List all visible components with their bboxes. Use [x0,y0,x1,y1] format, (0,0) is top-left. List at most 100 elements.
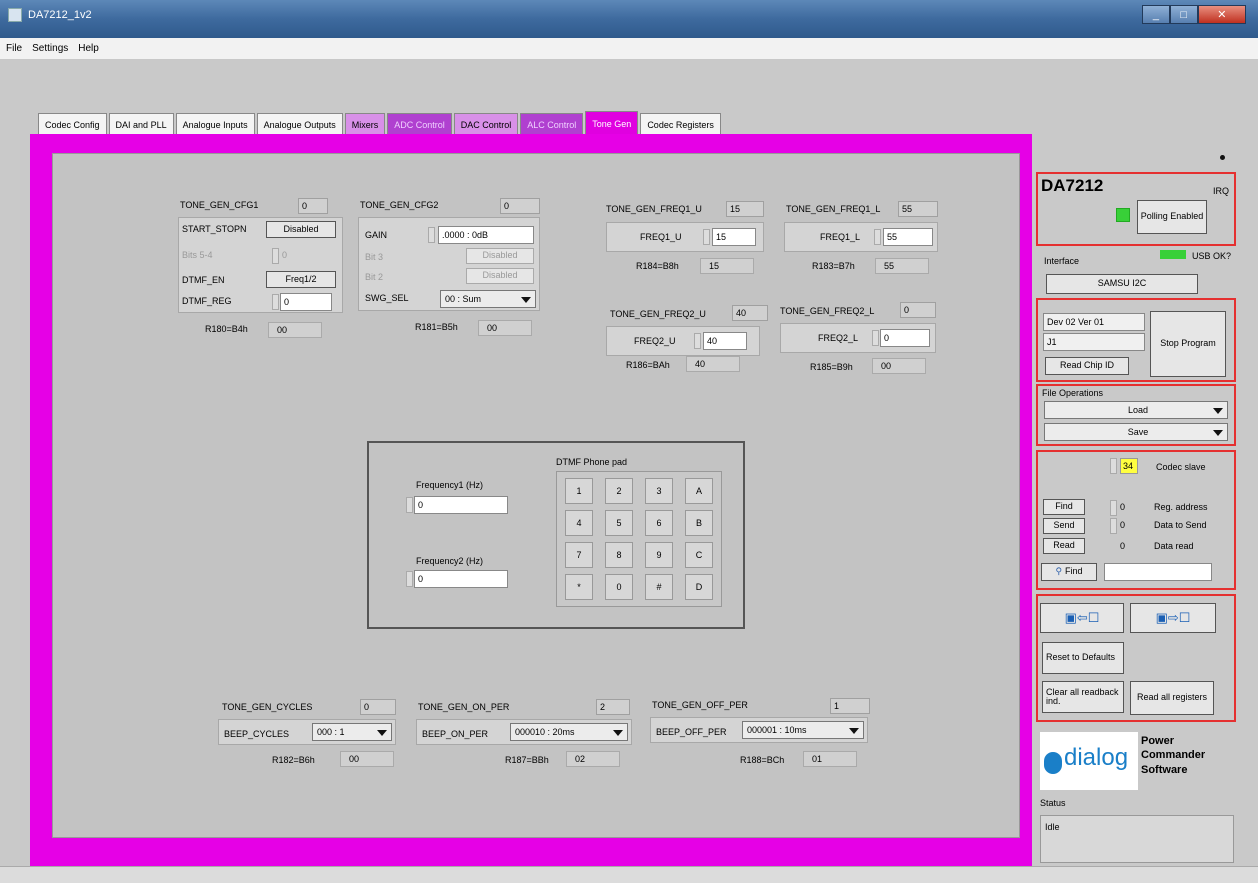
cycles-reg-value: 00 [340,751,394,767]
freq1u-input[interactable]: 15 [712,228,756,246]
codec-slave-spinner[interactable] [1110,458,1117,474]
frequency1-spinner[interactable] [406,497,413,513]
tab-analogue-inputs[interactable]: Analogue Inputs [175,113,255,135]
dtmf-key[interactable]: # [645,574,673,600]
data-send-spinner[interactable] [1110,518,1117,534]
reg-address-spinner[interactable] [1110,500,1117,516]
freq1l-spinner[interactable] [874,229,881,245]
freq1l-input[interactable]: 55 [883,228,933,246]
cycles-hex[interactable]: 0 [360,699,396,715]
freq2u-input[interactable]: 40 [703,332,747,350]
gain-label: GAIN [365,230,388,240]
bits-value: 0 [282,250,288,260]
close-button[interactable]: ✕ [1197,5,1247,24]
dtmf-key[interactable]: D [685,574,713,600]
write-to-chip-icon: ▣⇦☐ [1064,610,1100,626]
power-commander-label: Power Commander Software [1141,735,1206,776]
gain-spinner[interactable] [428,227,435,243]
find-search-button[interactable]: ⚲ Find [1041,563,1097,581]
load-dropdown[interactable]: Load [1044,401,1228,419]
freq2l-input[interactable]: 0 [880,329,930,347]
freq1u-spinner[interactable] [703,229,710,245]
beep-cycles-dropdown[interactable]: 000 : 1 [312,723,392,741]
frequency1-input[interactable]: 0 [414,496,508,514]
dtmf-key[interactable]: A [685,478,713,504]
freq1l-reg-label: R183=B7h [812,261,855,271]
dtmf-en-button[interactable]: Freq1/2 [266,271,336,288]
dtmf-key[interactable]: 9 [645,542,673,568]
tab-tone-gen[interactable]: Tone Gen [585,111,639,135]
read-chip-id-button[interactable]: Read Chip ID [1045,357,1129,375]
cfg1-hex[interactable]: 0 [298,198,328,214]
tab-mixers[interactable]: Mixers [344,113,386,135]
menu-file[interactable]: File [6,43,22,54]
tab-dai-pll[interactable]: DAI and PLL [108,113,174,135]
dtmf-key[interactable]: 2 [605,478,633,504]
freq2l-spinner[interactable] [872,330,879,346]
interface-dropdown[interactable]: SAMSU I2C [1046,274,1198,294]
polling-button[interactable]: Polling Enabled [1137,200,1207,234]
freq2l-hex[interactable]: 0 [900,302,936,318]
tab-analogue-outputs[interactable]: Analogue Outputs [256,113,343,135]
read-from-chip-button[interactable]: ▣⇨☐ [1130,603,1216,633]
minimize-button[interactable]: _ [1142,5,1170,24]
bits-spinner[interactable] [272,248,279,264]
dtmf-key[interactable]: B [685,510,713,536]
menu-settings[interactable]: Settings [32,43,68,54]
dtmf-key[interactable]: 0 [605,574,633,600]
dtmf-key[interactable]: 6 [645,510,673,536]
freq2u-spinner[interactable] [694,333,701,349]
bit3-button[interactable]: Disabled [466,248,534,264]
cfg2-hex[interactable]: 0 [500,198,540,214]
dtmf-key[interactable]: * [565,574,593,600]
tab-alc-control[interactable]: ALC Control [520,113,584,135]
stop-program-button[interactable]: Stop Program [1150,311,1226,377]
freq1l-hex[interactable]: 55 [898,201,938,217]
maximize-button[interactable]: □ [1169,5,1198,24]
tab-dac-control[interactable]: DAC Control [453,113,519,135]
off-per-hex[interactable]: 1 [830,698,870,714]
polling-led [1116,208,1130,222]
reg-address-value[interactable]: 0 [1120,502,1125,512]
dtmf-reg-spinner[interactable] [272,294,279,310]
frequency2-input[interactable]: 0 [414,570,508,588]
menu-bar: File Settings Help [0,38,1258,60]
codec-slave-value[interactable]: 34 [1120,458,1138,474]
frequency2-spinner[interactable] [406,571,413,587]
save-dropdown[interactable]: Save [1044,423,1228,441]
beep-off-per-dropdown[interactable]: 000001 : 10ms [742,721,864,739]
find-button[interactable]: Find [1043,499,1085,515]
dtmf-key[interactable]: 3 [645,478,673,504]
freq1u-reg-value: 15 [700,258,754,274]
reset-defaults-button[interactable]: Reset to Defaults [1042,642,1124,674]
on-per-hex[interactable]: 2 [596,699,630,715]
beep-on-per-dropdown[interactable]: 000010 : 20ms [510,723,628,741]
swg-sel-dropdown[interactable]: 00 : Sum [440,290,536,308]
dtmf-reg-input[interactable]: 0 [280,293,332,311]
dtmf-key[interactable]: C [685,542,713,568]
dtmf-key[interactable]: 4 [565,510,593,536]
data-send-value[interactable]: 0 [1120,520,1125,530]
write-to-chip-button[interactable]: ▣⇦☐ [1040,603,1124,633]
read-button[interactable]: Read [1043,538,1085,554]
tab-codec-config[interactable]: Codec Config [38,113,107,135]
menu-help[interactable]: Help [78,43,99,54]
tab-codec-registers[interactable]: Codec Registers [640,113,721,135]
send-button[interactable]: Send [1043,518,1085,534]
gain-input[interactable]: .0000 : 0dB [438,226,534,244]
read-all-registers-button[interactable]: Read all registers [1130,681,1214,715]
freq1u-hex[interactable]: 15 [726,201,764,217]
dtmf-key[interactable]: 1 [565,478,593,504]
freq2u-hex[interactable]: 40 [732,305,768,321]
bits-label: Bits 5-4 [182,250,213,260]
start-stop-button[interactable]: Disabled [266,221,336,238]
bit2-label: Bit 2 [365,272,384,282]
tab-adc-control[interactable]: ADC Control [387,113,452,135]
dtmf-key[interactable]: 5 [605,510,633,536]
dtmf-key[interactable]: 8 [605,542,633,568]
find-input[interactable] [1104,563,1212,581]
bit2-button[interactable]: Disabled [466,268,534,284]
freq1l-field-label: FREQ1_L [820,232,861,242]
dtmf-key[interactable]: 7 [565,542,593,568]
clear-readback-button[interactable]: Clear all readback ind. [1042,681,1124,713]
